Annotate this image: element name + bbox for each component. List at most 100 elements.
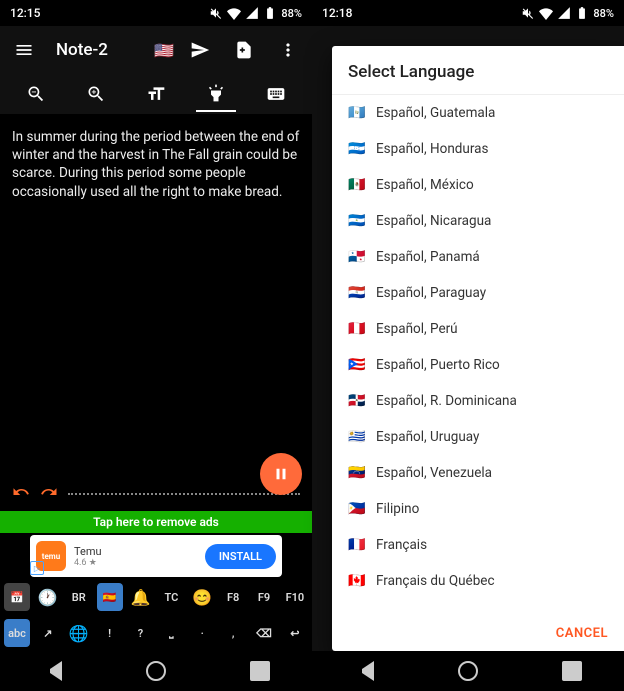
text-size-button[interactable]: [136, 76, 176, 112]
language-item[interactable]: 🇵🇷 Español, Puerto Rico: [332, 347, 624, 383]
mute-icon: [209, 6, 223, 20]
language-item[interactable]: 🇬🇹Español, Guatemala: [332, 95, 624, 131]
undo-button[interactable]: [12, 483, 30, 505]
keyboard-row-2: abc↗🌐!?⎵·,⌫↩: [0, 615, 312, 651]
kbd-key[interactable]: !: [97, 619, 123, 647]
timeline[interactable]: [68, 493, 300, 495]
kbd-key[interactable]: ↩: [282, 619, 308, 647]
app-bar: Note-2 🇺🇸: [0, 26, 312, 74]
language-list[interactable]: 🇬🇹Español, Guatemala 🇭🇳 Español, Honduras 🇲…: [332, 95, 624, 612]
ad-banner[interactable]: temu Temu 4.6 ★ INSTALL: [30, 535, 282, 577]
kbd-key[interactable]: F10: [282, 583, 308, 611]
language-item[interactable]: 🇵🇭 Filipino: [332, 491, 624, 527]
status-bar: 12:15 88%: [0, 0, 312, 26]
highlight-button[interactable]: [196, 76, 236, 112]
language-name: Español, Guatemala: [376, 105, 495, 121]
signal-icon: [245, 6, 259, 20]
language-item[interactable]: 🇭🇳 Español, Honduras: [332, 131, 624, 167]
kbd-key[interactable]: ⌫: [251, 619, 277, 647]
language-item[interactable]: 🇺🇾Español, Uruguay: [332, 419, 624, 455]
note-content[interactable]: In summer during the period between the …: [0, 114, 312, 477]
flag-icon: 🇵🇷: [348, 357, 366, 373]
status-bar: 12:18 88%: [312, 0, 624, 26]
toolbar: [0, 74, 312, 114]
more-button[interactable]: [270, 32, 306, 68]
note-title: Note-2: [56, 40, 146, 60]
kbd-key[interactable]: F9: [251, 583, 277, 611]
battery-pct: 88%: [281, 7, 302, 20]
status-time: 12:15: [10, 6, 40, 20]
language-item[interactable]: 🇻🇪 Español, Venezuela: [332, 455, 624, 491]
status-right: 88%: [521, 6, 614, 20]
zoom-in-button[interactable]: [76, 76, 116, 112]
language-name: Français: [376, 537, 427, 553]
new-note-button[interactable]: [226, 32, 262, 68]
zoom-out-button[interactable]: [16, 76, 56, 112]
menu-button[interactable]: [6, 32, 42, 68]
kbd-key[interactable]: ·: [189, 619, 215, 647]
left-phone: 12:15 88% Note-2 🇺🇸 In summer during the…: [0, 0, 312, 691]
language-item[interactable]: 🇨🇦 Français du Québec: [332, 563, 624, 599]
language-item[interactable]: 🇵🇪Español, Perú: [332, 311, 624, 347]
language-flag[interactable]: 🇺🇸: [154, 41, 174, 60]
signal-icon: [557, 6, 571, 20]
nav-home[interactable]: [146, 661, 166, 681]
kbd-key[interactable]: 📅: [4, 583, 30, 611]
language-item[interactable]: 🇵🇾 Español, Paraguay: [332, 275, 624, 311]
kbd-key[interactable]: 🇪🇸: [97, 583, 123, 611]
flag-icon: 🇨🇦: [348, 573, 366, 589]
mute-icon: [521, 6, 535, 20]
flag-icon: 🇳🇮: [348, 213, 366, 229]
kbd-key[interactable]: F8: [220, 583, 246, 611]
kbd-key[interactable]: 🔔: [128, 583, 154, 611]
language-name: Español, Puerto Rico: [376, 357, 500, 373]
flag-icon: 🇭🇳: [348, 141, 366, 157]
language-item[interactable]: 🇵🇦Español, Panamá: [332, 239, 624, 275]
flag-icon: 🇻🇪: [348, 465, 366, 481]
language-item[interactable]: 🇫🇷Français: [332, 527, 624, 563]
kbd-key[interactable]: TC: [158, 583, 184, 611]
redo-button[interactable]: [40, 483, 58, 505]
nav-recent[interactable]: [562, 661, 582, 681]
kbd-key[interactable]: ⎵: [158, 619, 184, 647]
ad-install-button[interactable]: INSTALL: [205, 544, 276, 569]
nav-back[interactable]: [42, 661, 62, 681]
kbd-key[interactable]: 🕐: [35, 583, 61, 611]
language-item[interactable]: 🇲🇽Español, México: [332, 167, 624, 203]
keyboard-button[interactable]: [256, 76, 296, 112]
language-name: Español, Honduras: [376, 141, 488, 157]
language-name: Español, R. Dominicana: [376, 393, 517, 409]
nav-home[interactable]: [458, 661, 478, 681]
nav-bar: [312, 651, 624, 691]
language-name: Español, Nicaragua: [376, 213, 491, 229]
kbd-key[interactable]: ,: [220, 619, 246, 647]
language-name: Français du Québec: [376, 573, 495, 589]
kbd-key[interactable]: ?: [128, 619, 154, 647]
kbd-key[interactable]: BR: [66, 583, 92, 611]
language-name: Filipino: [376, 501, 419, 517]
ad-badge: ▷: [30, 561, 44, 575]
nav-recent[interactable]: [250, 661, 270, 681]
language-name: Español, Venezuela: [376, 465, 492, 481]
ad-rating: 4.6 ★: [74, 558, 197, 568]
language-name: Español, Panamá: [376, 249, 480, 265]
status-time: 12:18: [322, 6, 352, 20]
pause-fab[interactable]: [260, 453, 302, 495]
language-name: Español, México: [376, 177, 474, 193]
language-item[interactable]: 🇩🇴Español, R. Dominicana: [332, 383, 624, 419]
kbd-key[interactable]: 🌐: [66, 619, 92, 647]
language-item[interactable]: 🇳🇮 Español, Nicaragua: [332, 203, 624, 239]
nav-back[interactable]: [354, 661, 374, 681]
flag-icon: 🇵🇭: [348, 501, 366, 517]
kbd-key[interactable]: ↗: [35, 619, 61, 647]
cancel-button[interactable]: CANCEL: [556, 626, 608, 641]
kbd-key[interactable]: abc: [4, 619, 30, 647]
kbd-key[interactable]: 😊: [189, 583, 215, 611]
flag-icon: 🇺🇾: [348, 429, 366, 445]
ad-container: temu Temu 4.6 ★ INSTALL ▷: [0, 533, 312, 579]
language-name: Español, Paraguay: [376, 285, 486, 301]
flag-icon: 🇵🇾: [348, 285, 366, 301]
remove-ads-banner[interactable]: Tap here to remove ads: [0, 511, 312, 533]
send-button[interactable]: [182, 32, 218, 68]
ad-app-name: Temu: [74, 545, 197, 558]
